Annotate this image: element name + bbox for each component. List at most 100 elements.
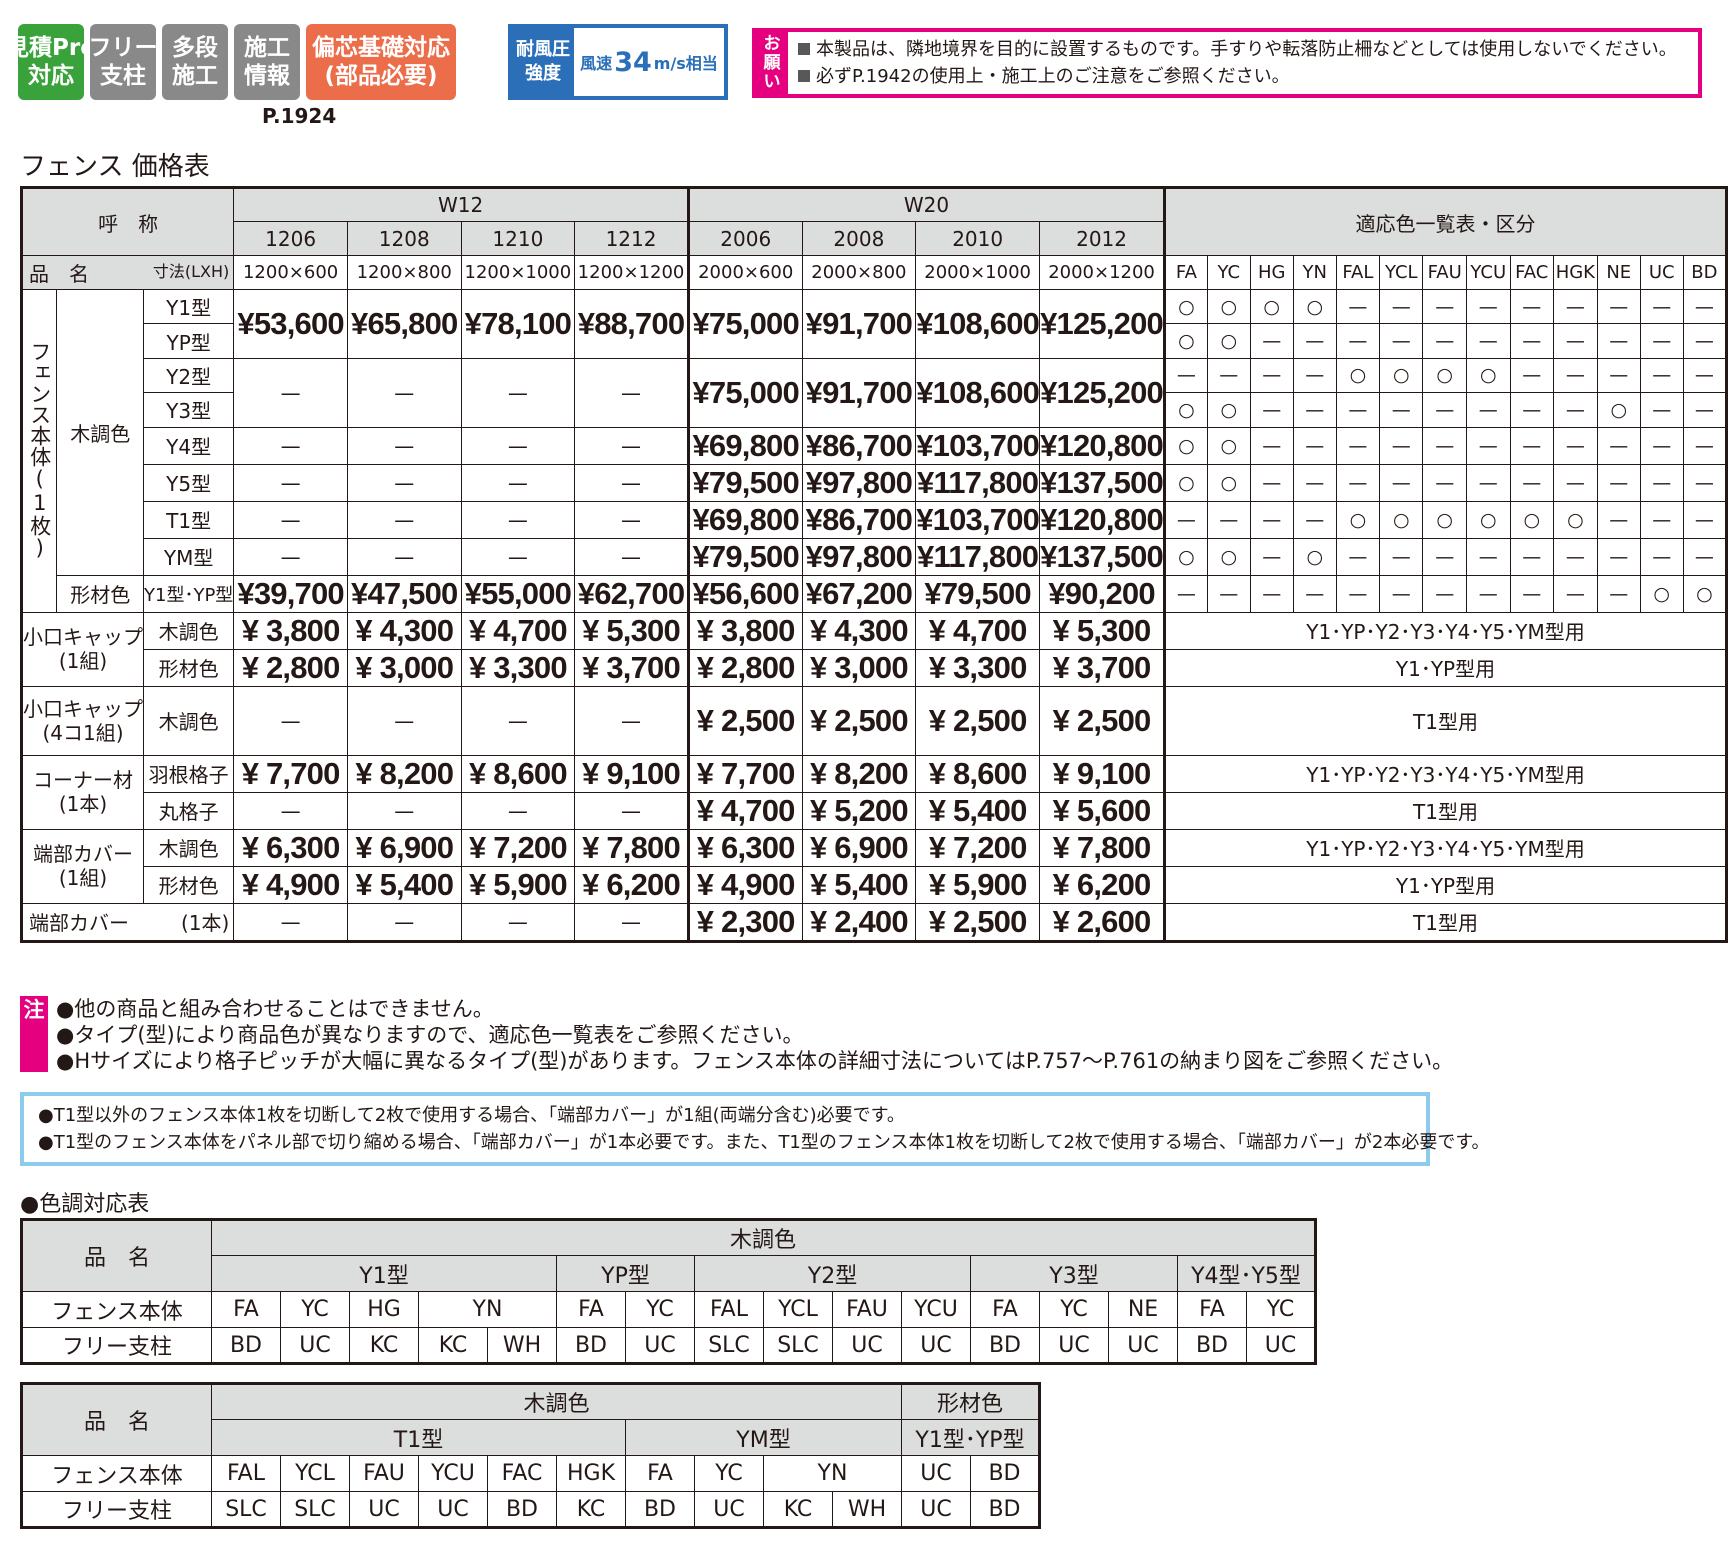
header-color-code: HG — [1249, 255, 1294, 290]
price-cell: ¥103,700 — [915, 500, 1041, 539]
price-cell: ¥ 8,600 — [915, 754, 1041, 793]
price-cell: ¥ 2,500 — [915, 685, 1041, 756]
price-cell: ¥ 3,000 — [801, 648, 917, 687]
color-section-title: ●色調対応表 — [20, 1192, 150, 1217]
color-mark-cell: — — [1465, 392, 1511, 428]
price-cell: ¥55,000 — [460, 574, 576, 613]
header-color-code: FAU — [1422, 255, 1467, 290]
table-row: Y4型 — — — — ¥69,800 ¥86,700 ¥103,700 ¥120,800 ○ ○ —… — [22, 426, 1728, 465]
table-row: 端部カバー (1本) — — — — ¥ 2,300 ¥ 2,400 ¥ 2,500 ¥ 2,60… — [20, 902, 1727, 942]
label-sub: 形材色 — [142, 648, 235, 687]
table-row: Y5型 — — — — ¥79,500 ¥97,800 ¥117,800 ¥137,500 ○ ○ —… — [22, 463, 1728, 502]
label-line: 小口キャップ — [23, 696, 143, 721]
color-mark-cell: — — [1422, 537, 1467, 576]
dash-cell: — — [233, 500, 348, 539]
price-cell: ¥ 4,300 — [346, 611, 462, 650]
dash-cell: — — [233, 426, 348, 465]
ct-color-code: FAU — [349, 1455, 419, 1492]
ct-color-code: KC — [418, 1327, 488, 1364]
color-mark-cell: — — [1249, 463, 1294, 502]
header-code: 2012 — [1039, 221, 1166, 256]
header-color-code: BD — [1682, 255, 1728, 290]
table-row: Y1型 YP型 Y2型 Y3型 Y4型･Y5型 — [22, 1255, 1316, 1292]
color-mark-cell: ○ — [1249, 288, 1294, 325]
table-row: フリー支柱 BD UC KC KC WH BD UC SLC SLC UC UC BD UC UC BD UC — [21, 1327, 1316, 1364]
color-mark-cell: — — [1335, 392, 1381, 428]
table-row: コーナー材 (1本) 羽根格子 ¥ 7,700 ¥ 8,200 ¥ 8,600 ¥ 9,10… — [21, 754, 1727, 830]
header-code: 2006 — [687, 221, 803, 256]
color-mark-cell: — — [1292, 426, 1337, 465]
price-cell: ¥ 5,900 — [460, 865, 576, 904]
price-cell: ¥ 5,300 — [1039, 611, 1166, 650]
dash-cell: — — [460, 537, 576, 576]
ct-row-label: フェンス本体 — [21, 1455, 212, 1492]
color-mark-cell: — — [1164, 574, 1208, 613]
color-mark-cell: — — [1639, 288, 1684, 325]
header-w12: W12 — [233, 187, 690, 222]
table-row: T1型 — — — — ¥69,800 ¥86,700 ¥103,700 ¥120,800— — —… — [22, 500, 1728, 539]
color-mark-cell: ○ — [1206, 537, 1251, 576]
color-mark-cell: — — [1422, 463, 1467, 502]
color-mark-cell: ○ — [1552, 500, 1598, 539]
color-mark-cell: — — [1682, 357, 1728, 394]
ct-color-code: YC — [1246, 1291, 1316, 1328]
color-mark-cell: — — [1335, 426, 1381, 465]
color-mark-cell: — — [1509, 323, 1554, 359]
usage-cell: Y1･YP･Y2･Y3･Y4･Y5･YM型用 — [1164, 754, 1727, 793]
color-mark-cell: — — [1509, 288, 1554, 325]
price-cell: ¥53,600 — [233, 289, 348, 359]
ct-type-header: Y3型 — [970, 1255, 1178, 1292]
color-mark-cell: — — [1552, 574, 1598, 613]
color-mark-cell: — — [1639, 392, 1684, 428]
color-mark-cell: ○ — [1292, 537, 1337, 576]
ct-color-code: WH — [487, 1327, 557, 1364]
header-dim-value: 1200×1200 — [574, 255, 690, 290]
color-mark-cell: — — [1379, 323, 1424, 359]
color-mark-cell: — — [1509, 537, 1554, 576]
header-color-code: HGK — [1552, 255, 1598, 290]
label-line: (1本) — [180, 911, 230, 936]
color-mark-cell: — — [1249, 323, 1294, 359]
ct-color-code: FAL — [211, 1455, 281, 1492]
ct-color-code: UC — [625, 1327, 695, 1364]
color-mark-cell: — — [1639, 426, 1684, 465]
price-cell: ¥ 4,700 — [460, 611, 576, 650]
color-mark-cell: — — [1682, 288, 1728, 325]
dash-cell: — — [233, 537, 348, 576]
ct-color-code: YCU — [418, 1455, 488, 1492]
color-mark-cell: — — [1509, 357, 1554, 394]
price-cell: ¥ 2,500 — [687, 685, 803, 756]
badge-free-post: フリー 支柱 — [89, 24, 158, 100]
header-code: 1210 — [460, 221, 576, 256]
dash-cell: — — [460, 463, 576, 502]
label-sub: 木調色 — [142, 685, 235, 756]
color-mark-cell: ○ — [1596, 392, 1641, 428]
label-line: (1本) — [58, 792, 108, 817]
color-mark-cell: — — [1249, 392, 1294, 428]
price-cell: ¥75,000 — [687, 357, 803, 428]
ct-color-code: YCL — [763, 1291, 833, 1328]
ct-row-label: フェンス本体 — [21, 1291, 212, 1328]
header-dim: 寸法(LXH) — [152, 262, 230, 281]
dash-cell: — — [460, 902, 576, 942]
price-cell: ¥97,800 — [801, 537, 917, 576]
header-code: 1212 — [574, 221, 690, 256]
ct-color-code: FAL — [694, 1291, 764, 1328]
color-mark-cell: — — [1552, 323, 1598, 359]
ct-color-code: FA — [1177, 1291, 1247, 1328]
ct-type-header: Y1型･YP型 — [901, 1419, 1040, 1456]
price-cell: ¥137,500 — [1039, 537, 1166, 576]
dash-cell: — — [346, 685, 462, 756]
price-cell: ¥ 2,500 — [915, 902, 1041, 942]
price-cell: ¥ 6,900 — [801, 828, 917, 867]
price-cell: ¥ 2,500 — [1039, 685, 1166, 756]
price-cell: ¥ 5,400 — [915, 791, 1041, 830]
ct-color-code: UC — [1039, 1327, 1109, 1364]
color-mark-cell: — — [1249, 500, 1294, 539]
price-cell: ¥ 6,200 — [574, 865, 690, 904]
table-row: フェンス本体 FA YC HG YN FA YC FAL YCL FAU YCU FA YC NE FA YC — [21, 1291, 1316, 1328]
label-sub: 形材色 — [142, 865, 235, 904]
dash-cell: — — [460, 791, 576, 830]
ct-color-code: WH — [832, 1491, 902, 1528]
ct-color-code: UC — [1246, 1327, 1316, 1364]
